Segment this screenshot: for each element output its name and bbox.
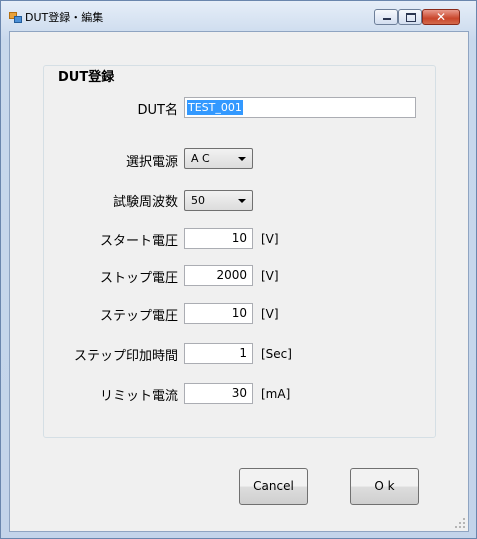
dialog-client-area: DUT登録 DUT名 TEST_001 選択電源 A C 試験周波数 50 スタ… bbox=[9, 31, 469, 532]
ok-button[interactable]: O k bbox=[350, 468, 419, 505]
step-voltage-unit: [V] bbox=[261, 307, 279, 321]
test-frequency-select[interactable]: 50 bbox=[184, 190, 253, 211]
test-frequency-value: 50 bbox=[191, 194, 205, 207]
resize-grip-icon[interactable] bbox=[455, 518, 465, 528]
power-source-label: 選択電源 bbox=[125, 155, 178, 170]
test-frequency-label: 試験周波数 bbox=[112, 195, 178, 210]
chevron-down-icon bbox=[238, 199, 246, 203]
cancel-button[interactable]: Cancel bbox=[239, 468, 308, 505]
start-voltage-label: スタート電圧 bbox=[99, 234, 178, 249]
close-button[interactable]: ✕ bbox=[422, 9, 460, 25]
dut-name-input[interactable]: TEST_001 bbox=[184, 97, 416, 118]
step-apply-time-label: ステップ印加時間 bbox=[73, 349, 178, 364]
window-title: DUT登録・編集 bbox=[25, 11, 104, 24]
maximize-icon bbox=[406, 13, 416, 22]
minimize-button[interactable] bbox=[374, 9, 398, 25]
step-apply-time-input[interactable]: 1 bbox=[184, 343, 253, 364]
start-voltage-unit: [V] bbox=[261, 232, 279, 246]
limit-current-input[interactable]: 30 bbox=[184, 383, 253, 404]
step-apply-time-unit: [Sec] bbox=[261, 347, 292, 361]
step-voltage-label: ステップ電圧 bbox=[99, 309, 178, 324]
close-icon: ✕ bbox=[435, 10, 447, 24]
title-bar[interactable]: DUT登録・編集 ✕ bbox=[1, 1, 476, 31]
step-voltage-input[interactable]: 10 bbox=[184, 303, 253, 324]
power-source-value: A C bbox=[191, 152, 210, 165]
dut-name-value: TEST_001 bbox=[187, 100, 243, 115]
app-icon[interactable] bbox=[9, 12, 22, 23]
limit-current-label: リミット電流 bbox=[99, 389, 178, 404]
chevron-down-icon bbox=[238, 157, 246, 161]
limit-current-unit: [mA] bbox=[261, 387, 291, 401]
dut-name-label: DUT名 bbox=[137, 103, 178, 118]
maximize-button[interactable] bbox=[398, 9, 422, 25]
dialog-window: DUT登録・編集 ✕ DUT登録 DUT名 TEST_001 選択電源 A C … bbox=[0, 0, 477, 539]
power-source-select[interactable]: A C bbox=[184, 148, 253, 169]
stop-voltage-label: ストップ電圧 bbox=[99, 271, 178, 286]
group-title: DUT登録 bbox=[55, 66, 118, 85]
stop-voltage-input[interactable]: 2000 bbox=[184, 265, 253, 286]
start-voltage-input[interactable]: 10 bbox=[184, 228, 253, 249]
stop-voltage-unit: [V] bbox=[261, 269, 279, 283]
minimize-icon bbox=[383, 18, 391, 20]
